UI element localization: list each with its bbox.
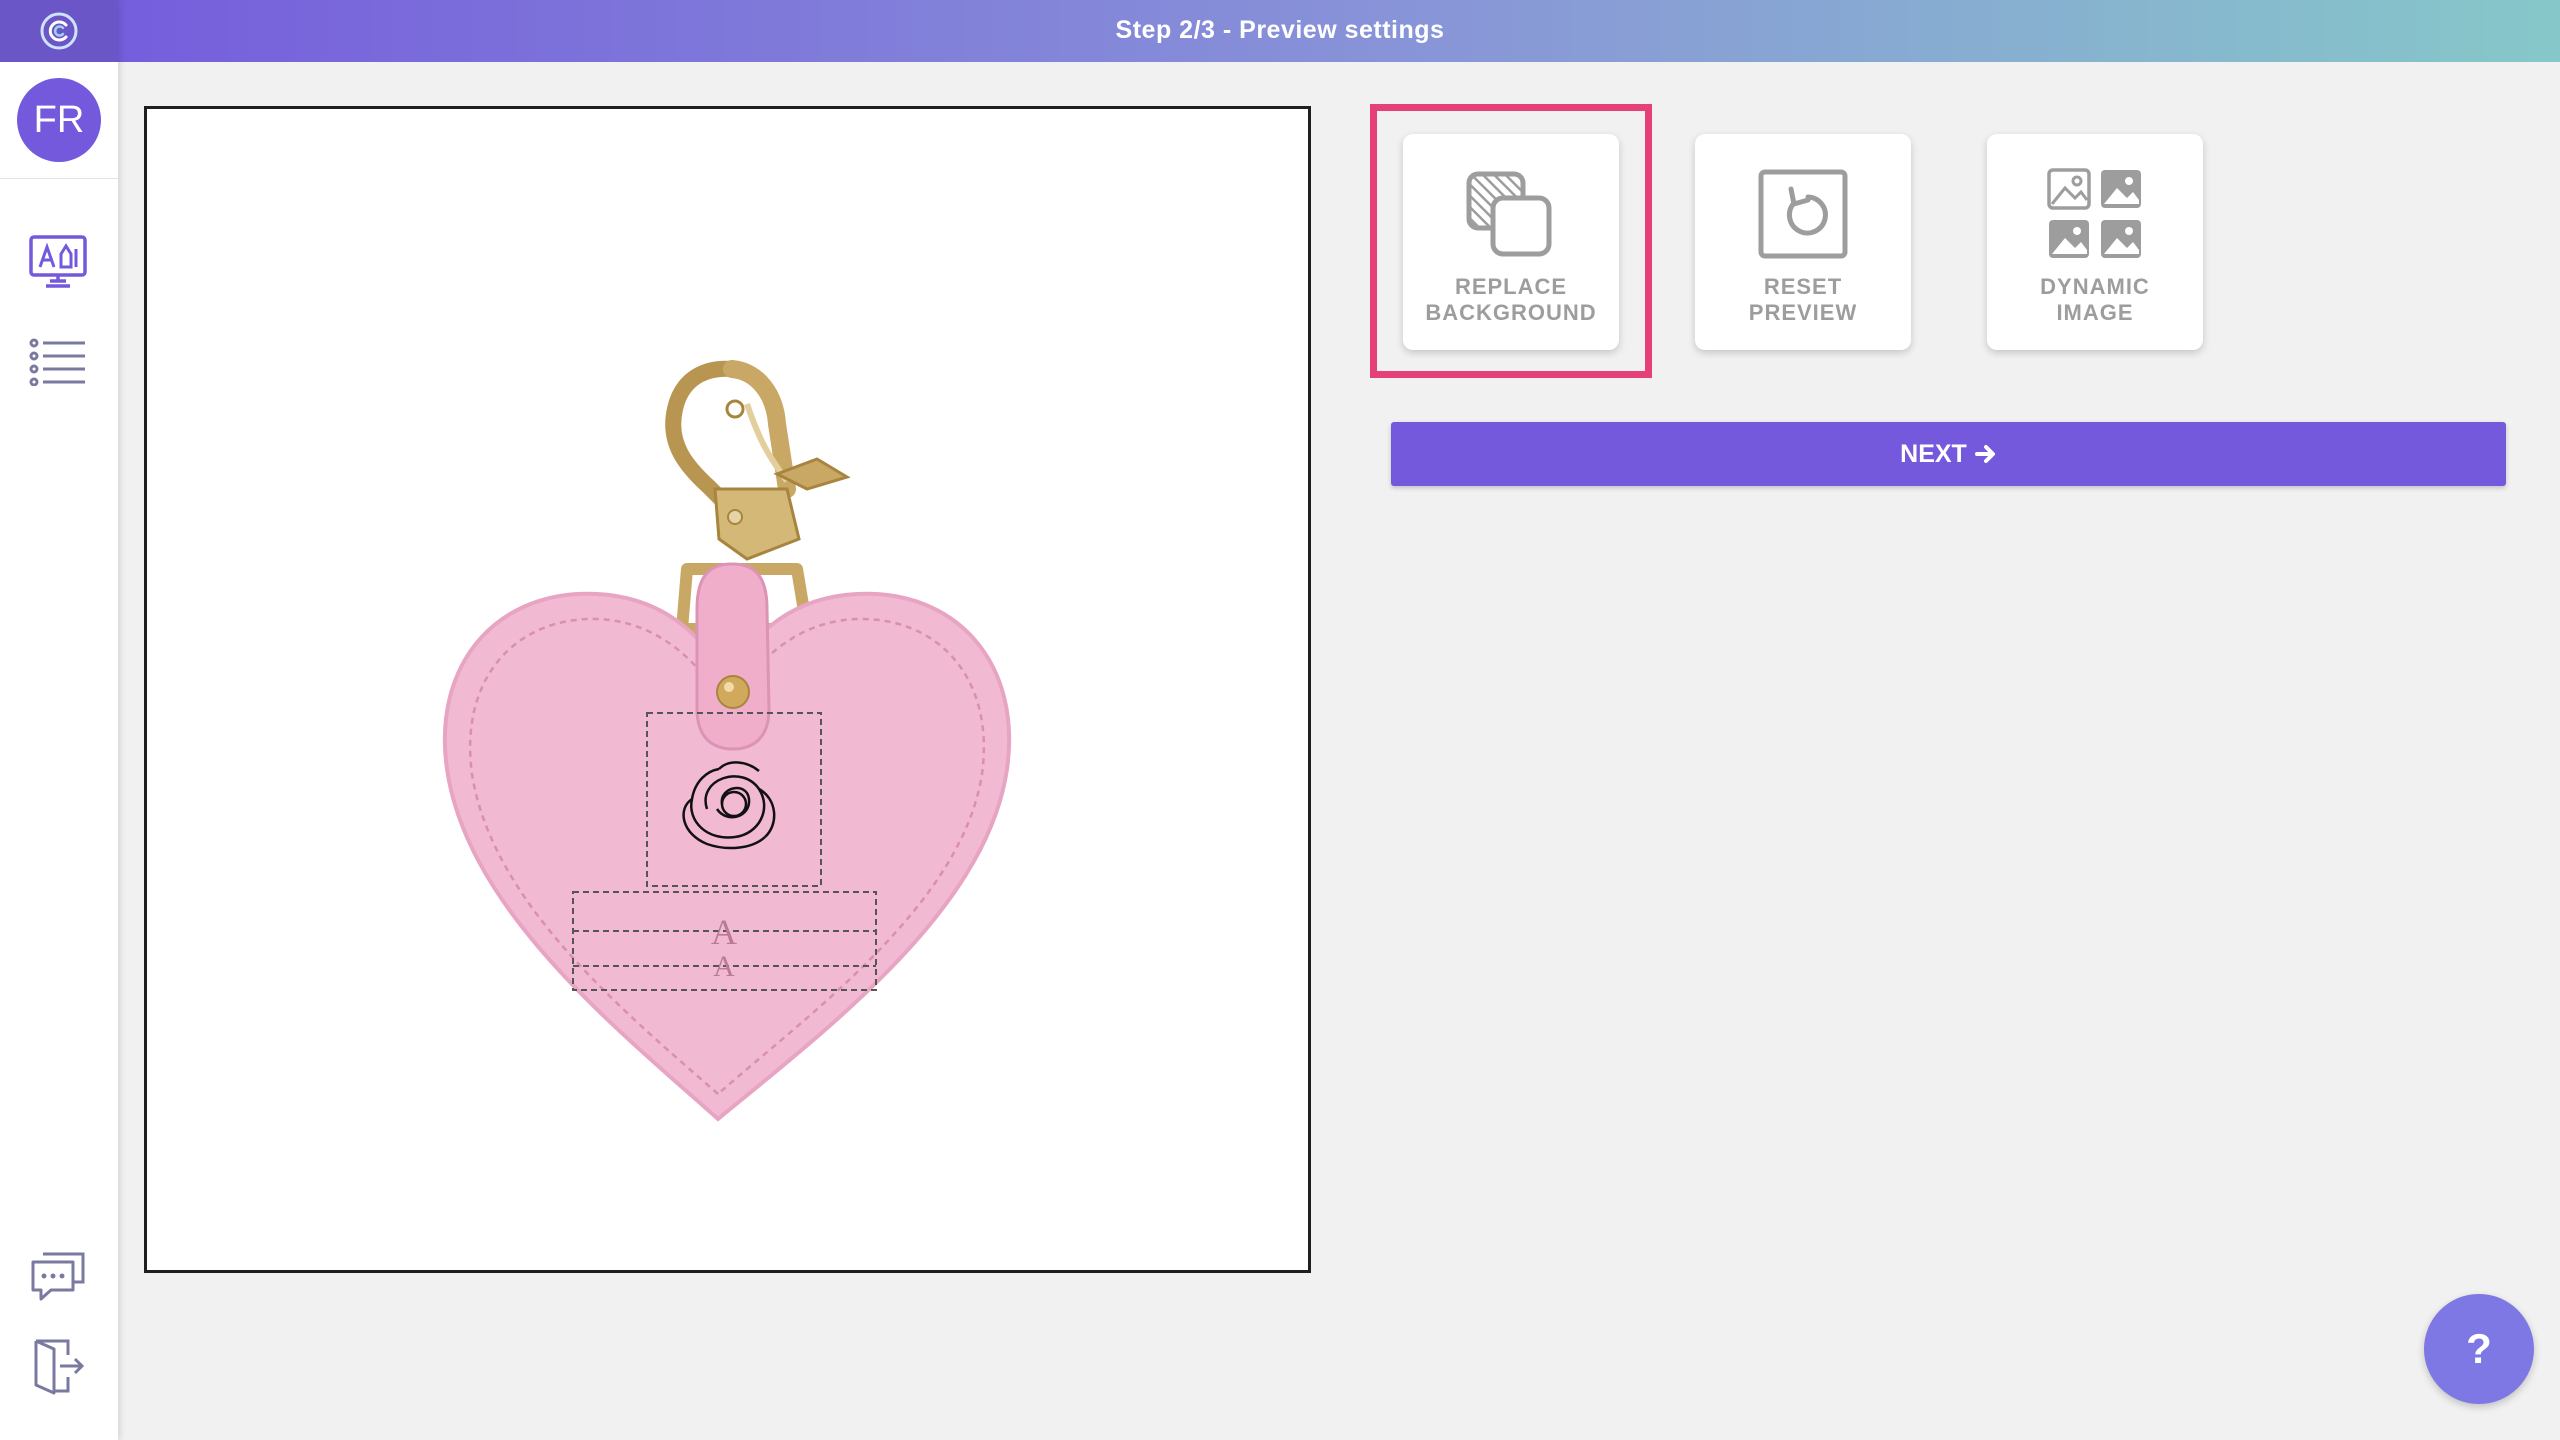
dynamic-image-button[interactable]: DYNAMIC IMAGE (1987, 134, 2203, 350)
list-icon (29, 338, 85, 386)
logout-door-icon (34, 1339, 85, 1395)
monitor-design-icon (29, 235, 87, 288)
page-title: Step 2/3 - Preview settings (1115, 16, 1445, 44)
avatar-initials: FR (33, 98, 85, 141)
sidebar: FR (0, 0, 118, 1440)
reset-preview-button[interactable]: RESET PREVIEW (1695, 134, 1911, 350)
sidebar-item-logout[interactable] (26, 1334, 90, 1398)
sidebar-item-chat[interactable] (26, 1242, 90, 1306)
top-bar: Step 2/3 - Preview settings (0, 0, 2560, 62)
next-button-label: NEXT (1900, 439, 1967, 468)
sidebar-item-list[interactable] (26, 330, 90, 394)
app-logo[interactable] (0, 0, 118, 62)
engraving-letter-2: A (713, 950, 735, 983)
sidebar-divider (0, 178, 118, 179)
next-button[interactable]: NEXT (1391, 422, 2506, 486)
replace-background-label: REPLACE BACKGROUND (1425, 274, 1597, 325)
layers-icon (1463, 166, 1559, 262)
arrow-right-icon (1974, 445, 1995, 463)
help-button[interactable]: ? (2424, 1294, 2534, 1404)
reset-icon (1755, 166, 1851, 262)
replace-background-button[interactable]: REPLACE BACKGROUND (1403, 134, 1619, 350)
logo-icon (40, 12, 78, 50)
avatar[interactable]: FR (17, 78, 101, 162)
engraving-letter-1: A (711, 912, 737, 952)
help-icon: ? (2466, 1325, 2492, 1372)
chat-icon (31, 1252, 85, 1301)
preview-canvas[interactable]: A A (144, 106, 1311, 1273)
image-grid-icon (2047, 166, 2143, 262)
sidebar-item-design[interactable] (26, 230, 90, 294)
heart-keychain-image: A A (442, 360, 1012, 1122)
reset-preview-label: RESET PREVIEW (1748, 274, 1858, 325)
dynamic-image-label: DYNAMIC IMAGE (2040, 274, 2150, 325)
